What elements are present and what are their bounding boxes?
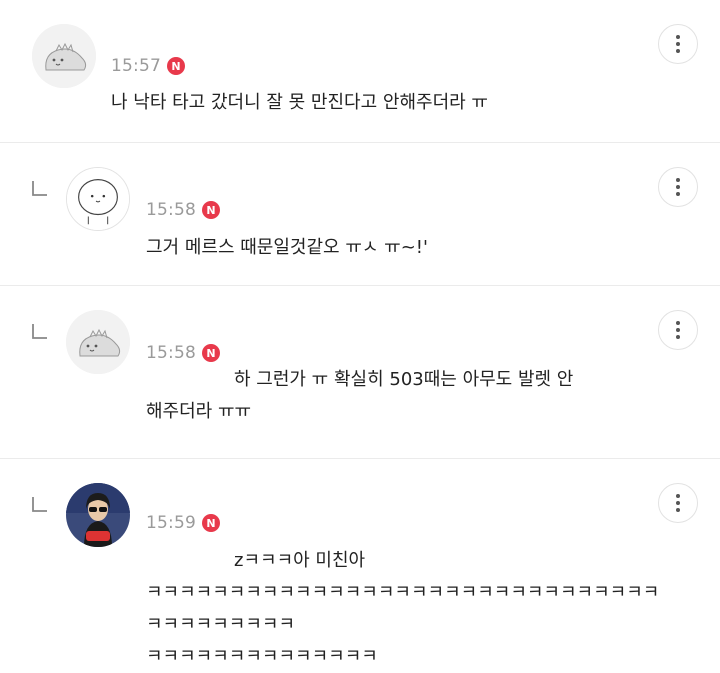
more-options-button[interactable] — [658, 310, 698, 350]
comment-time: 15:59 — [146, 513, 196, 533]
comment-meta: 15:58 N — [146, 343, 220, 363]
new-badge: N — [202, 344, 220, 362]
new-badge: N — [202, 201, 220, 219]
comment-meta: 15:59 N — [146, 513, 220, 533]
more-options-button[interactable] — [658, 167, 698, 207]
comment-item: 15:57 N 나 낙타 타고 갔더니 잘 못 만진다고 안해주더라 ㅠ — [0, 0, 720, 143]
reply-item: 15:58 N 하 그런가 ㅠ 확실히 503때는 아무도 발렛 안 해주더라 … — [0, 286, 720, 459]
comment-text: 하 그런가 ㅠ 확실히 503때는 아무도 발렛 안 해주더라 ㅠㅠ — [146, 364, 616, 428]
reply-arrow-icon — [30, 322, 50, 342]
more-vertical-icon — [676, 35, 680, 39]
more-vertical-icon — [676, 178, 680, 182]
comment-meta: 15:58 N — [146, 200, 220, 220]
comment-text-line: 해주더라 ㅠㅠ — [146, 401, 252, 422]
photo-avatar[interactable] — [66, 483, 130, 547]
reply-item: 15:59 N zㅋㅋㅋ아 미친아 ㅋㅋㅋㅋㅋㅋㅋㅋㅋㅋㅋㅋㅋㅋㅋㅋㅋㅋㅋㅋㅋㅋ… — [0, 459, 720, 667]
comment-time: 15:57 — [111, 56, 161, 76]
comment-time: 15:58 — [146, 200, 196, 220]
comment-text: 그거 메르스 때문일것같오 ㅠㅅ ㅠ~!' — [146, 237, 428, 258]
comment-text-line: ㅋㅋㅋㅋㅋㅋㅋㅋㅋㅋㅋㅋㅋㅋ — [146, 646, 378, 667]
new-badge: N — [202, 514, 220, 532]
round-character-avatar-icon[interactable] — [66, 167, 130, 231]
more-vertical-icon — [676, 494, 680, 498]
comment-meta: 15:57 N — [111, 56, 185, 76]
comment-time: 15:58 — [146, 343, 196, 363]
reply-arrow-icon — [30, 179, 50, 199]
comment-text-line: zㅋㅋㅋ아 미친아 — [234, 550, 366, 571]
comment-text: zㅋㅋㅋ아 미친아 ㅋㅋㅋㅋㅋㅋㅋㅋㅋㅋㅋㅋㅋㅋㅋㅋㅋㅋㅋㅋㅋㅋㅋㅋㅋㅋㅋㅋㅋㅋ… — [146, 545, 666, 673]
reply-arrow-icon — [30, 495, 50, 515]
more-vertical-icon — [676, 321, 680, 325]
more-options-button[interactable] — [658, 483, 698, 523]
comment-text-line: 하 그런가 ㅠ 확실히 503때는 아무도 발렛 안 — [234, 369, 574, 390]
more-options-button[interactable] — [658, 24, 698, 64]
comment-text-line: ㅋㅋㅋㅋㅋㅋㅋㅋㅋㅋㅋㅋㅋㅋㅋㅋㅋㅋㅋㅋㅋㅋㅋㅋㅋㅋㅋㅋㅋㅋㅋㅋㅋㅋㅋㅋㅋㅋㅋㅋ — [146, 582, 660, 635]
reply-item: 15:58 N 그거 메르스 때문일것같오 ㅠㅅ ㅠ~!' — [0, 143, 720, 286]
dinosaur-avatar-icon[interactable] — [66, 310, 130, 374]
new-badge: N — [167, 57, 185, 75]
dinosaur-avatar-icon[interactable] — [32, 24, 96, 88]
comment-text: 나 낙타 타고 갔더니 잘 못 만진다고 안해주더라 ㅠ — [111, 92, 488, 113]
